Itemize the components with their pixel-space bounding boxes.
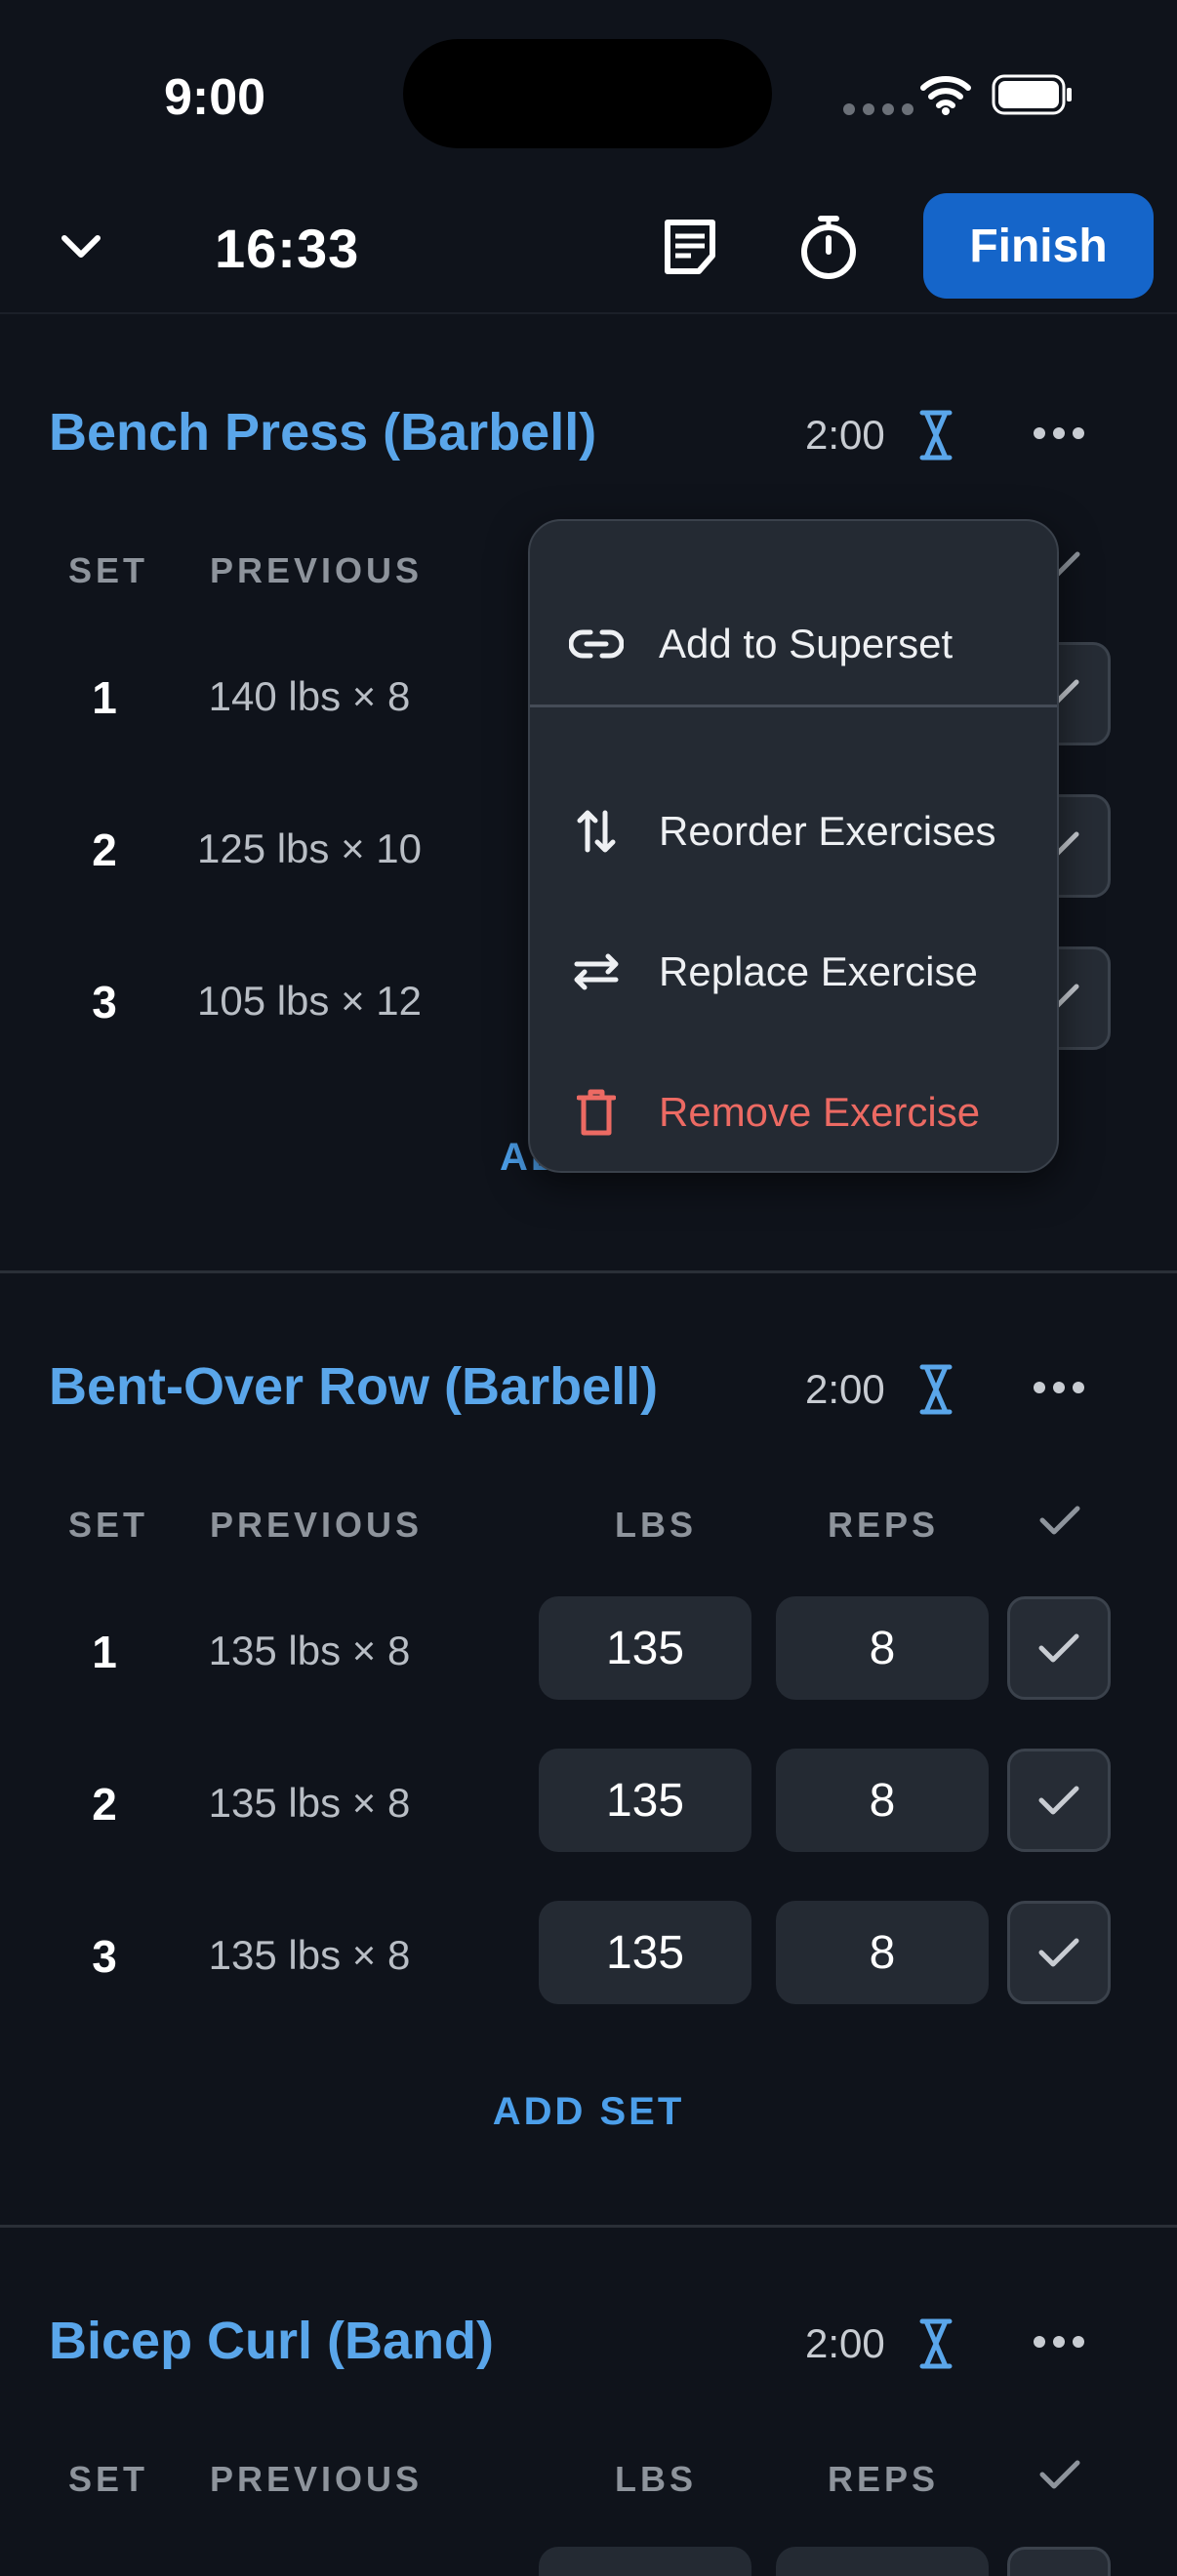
add-set-button[interactable]: ADD SET (0, 2090, 1177, 2134)
previous-value[interactable]: 140 lbs × 8 (183, 673, 436, 720)
rest-timer-value[interactable]: 2:00 (805, 1366, 885, 1413)
set-number: 2 (92, 1779, 117, 1830)
menu-item-label: Reorder Exercises (659, 808, 996, 854)
weight-input[interactable]: 135 (539, 1749, 751, 1852)
check-icon (1038, 1938, 1079, 1967)
menu-item-label: Remove Exercise (659, 1089, 981, 1135)
exercise-title[interactable]: Bench Press (Barbell) (49, 402, 596, 463)
rest-timer-value[interactable]: 2:00 (805, 2320, 885, 2367)
menu-divider (530, 704, 1057, 707)
weight-input[interactable]: 135 (539, 1901, 751, 2004)
finish-button[interactable]: Finish (923, 193, 1154, 299)
previous-value[interactable]: 135 lbs × 8 (183, 1780, 436, 1827)
more-options-icon[interactable] (1033, 425, 1085, 441)
reps-input[interactable]: 8 (776, 1596, 989, 1700)
battery-icon (992, 74, 1072, 115)
hourglass-icon[interactable] (918, 1363, 954, 1416)
rest-timer-value[interactable]: 2:00 (805, 412, 885, 459)
column-header-reps: REPS (828, 2459, 940, 2499)
column-header-reps: REPS (828, 1505, 940, 1545)
menu-item-remove-exercise[interactable]: Remove Exercise (530, 1054, 1057, 1171)
column-header-lbs: LBS (615, 1505, 697, 1545)
exercise-title[interactable]: Bicep Curl (Band) (49, 2311, 494, 2371)
set-complete-checkbox[interactable] (1007, 2547, 1111, 2576)
menu-item-label: Add to Superset (659, 621, 954, 666)
dynamic-island (403, 39, 772, 148)
reps-input[interactable] (776, 2547, 989, 2576)
column-header-previous: PREVIOUS (210, 550, 424, 590)
collapse-chevron-icon[interactable] (57, 222, 105, 271)
set-number: 1 (92, 672, 117, 723)
completed-header-check-icon (1039, 2460, 1080, 2489)
set-complete-checkbox[interactable] (1007, 1749, 1111, 1852)
wifi-icon (920, 76, 971, 115)
exercise-options-menu: Add to Superset Reorder Exercises Replac… (528, 519, 1059, 1173)
column-header-set: SET (68, 1505, 149, 1545)
reps-input[interactable]: 8 (776, 1901, 989, 2004)
set-number: 3 (92, 977, 117, 1027)
stopwatch-icon[interactable] (796, 213, 861, 281)
weight-input[interactable]: 135 (539, 1596, 751, 1700)
more-options-icon[interactable] (1033, 1380, 1085, 1395)
column-header-set: SET (68, 550, 149, 590)
weight-input[interactable] (539, 2547, 751, 2576)
menu-item-add-to-superset[interactable]: Add to Superset (530, 585, 1057, 703)
reps-input[interactable]: 8 (776, 1749, 989, 1852)
section-divider (0, 2225, 1177, 2228)
swap-icon (567, 943, 626, 1001)
hourglass-icon[interactable] (918, 2317, 954, 2370)
set-number: 2 (92, 825, 117, 875)
menu-item-reorder-exercises[interactable]: Reorder Exercises (530, 773, 1057, 890)
set-number: 3 (92, 1931, 117, 1982)
more-options-icon[interactable] (1033, 2334, 1085, 2350)
link-icon (567, 615, 626, 673)
set-number: 1 (92, 1627, 117, 1677)
menu-item-replace-exercise[interactable]: Replace Exercise (530, 913, 1057, 1030)
check-icon (1038, 1633, 1079, 1663)
cellular-signal-icon (843, 103, 913, 115)
previous-value[interactable]: 125 lbs × 10 (183, 825, 436, 872)
set-complete-checkbox[interactable] (1007, 1596, 1111, 1700)
check-icon (1038, 1786, 1079, 1815)
status-time: 9:00 (164, 69, 266, 126)
column-header-lbs: LBS (615, 2459, 697, 2499)
completed-header-check-icon (1039, 1506, 1080, 1535)
set-complete-checkbox[interactable] (1007, 1901, 1111, 2004)
previous-value[interactable]: 105 lbs × 12 (183, 978, 436, 1025)
previous-value[interactable]: 135 lbs × 8 (183, 1932, 436, 1979)
previous-value[interactable]: 135 lbs × 8 (183, 1628, 436, 1674)
exercise-title[interactable]: Bent-Over Row (Barbell) (49, 1356, 658, 1417)
menu-item-label: Replace Exercise (659, 948, 978, 994)
hourglass-icon[interactable] (918, 409, 954, 462)
notes-icon[interactable] (660, 217, 720, 277)
column-header-previous: PREVIOUS (210, 2459, 424, 2499)
workout-timer: 16:33 (215, 218, 360, 279)
column-header-set: SET (68, 2459, 149, 2499)
reorder-icon (567, 802, 626, 861)
section-divider (0, 1270, 1177, 1273)
trash-icon (567, 1083, 626, 1142)
column-header-previous: PREVIOUS (210, 1505, 424, 1545)
